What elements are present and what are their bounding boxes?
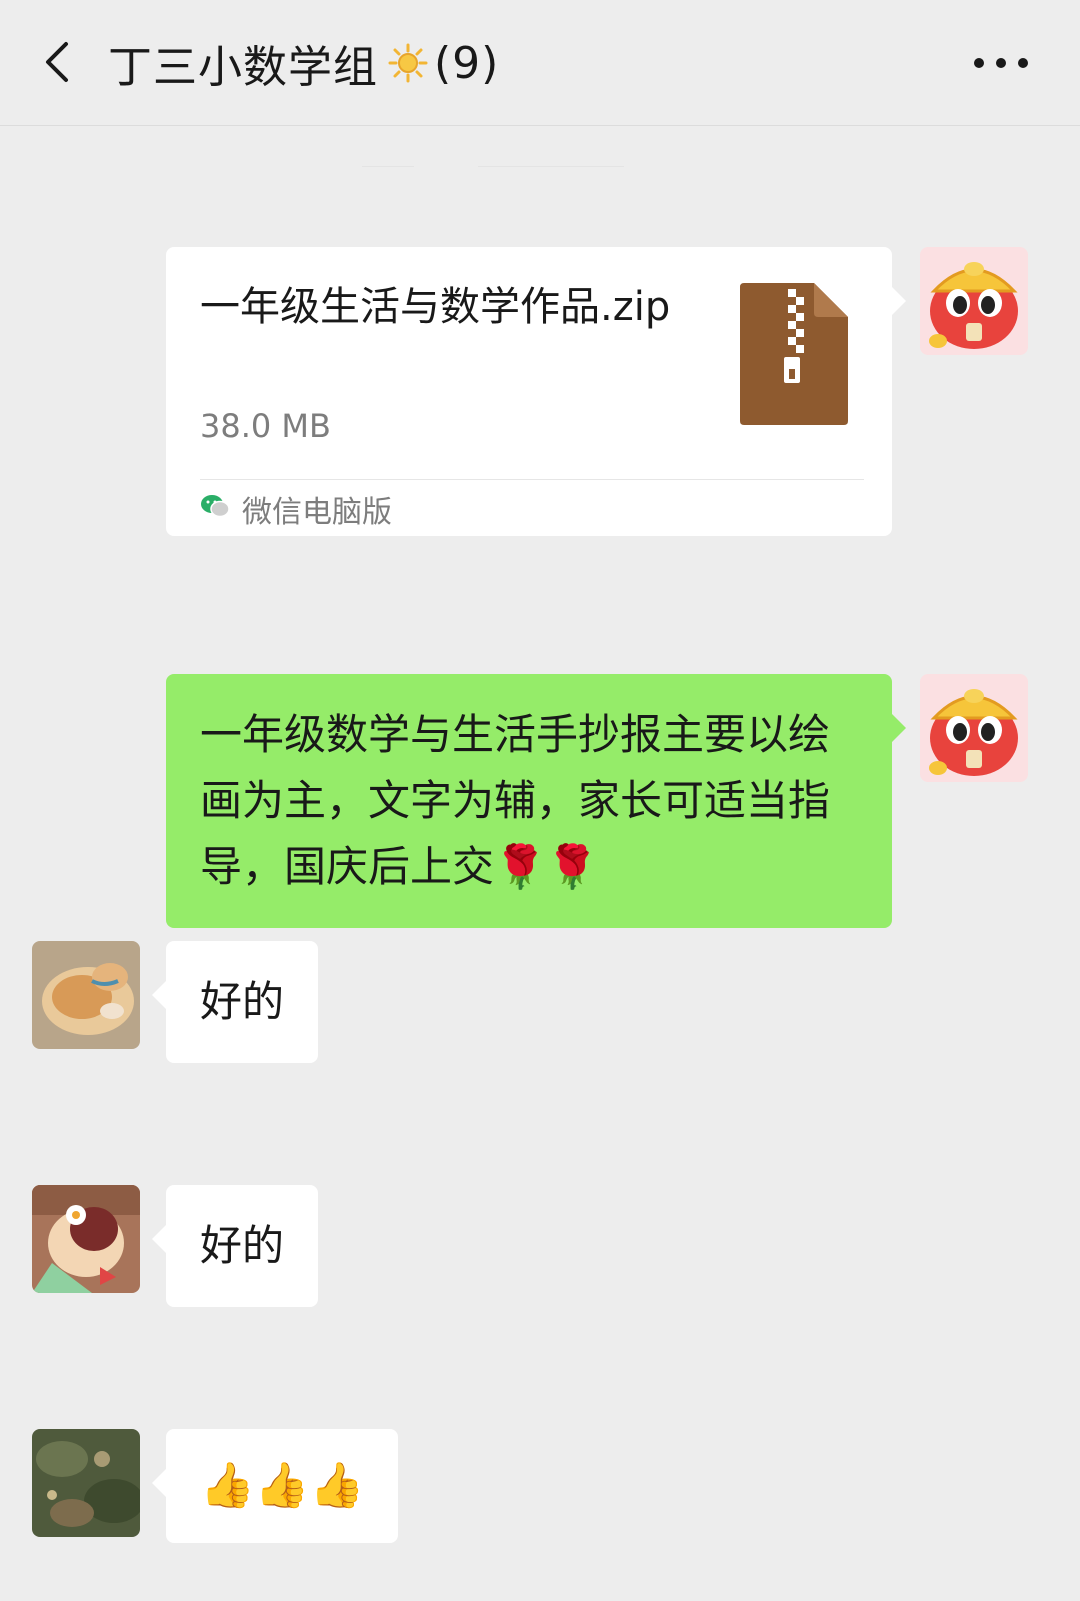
- wechat-icon: [201, 495, 230, 518]
- member-avatar[interactable]: [32, 1185, 140, 1293]
- file-message[interactable]: 一年级生活与数学作品.zip 38.0 MB 微信电脑版: [166, 247, 906, 536]
- chat-header: 丁三小数学组 (9): [0, 0, 1080, 126]
- cartoon-duck-avatar-icon: [920, 247, 1028, 355]
- member-avatar[interactable]: [32, 1429, 140, 1537]
- source-label: 微信电脑版: [242, 495, 392, 530]
- file-name: 一年级生活与数学作品.zip: [200, 284, 671, 330]
- more-options-icon[interactable]: [974, 58, 1028, 70]
- chat-title: 丁三小数学组: [108, 42, 378, 93]
- divider: [478, 166, 624, 167]
- message-text: 一年级数学与生活手抄报主要以绘画为主，文字为辅，家长可适当指导，国庆后上交🌹🌹: [200, 710, 831, 891]
- sun-icon: [388, 43, 428, 83]
- my-avatar[interactable]: [920, 674, 1028, 782]
- divider: [362, 166, 414, 167]
- file-size: 38.0 MB: [200, 407, 331, 445]
- message-text: 👍👍👍: [200, 1460, 365, 1511]
- cartoon-duck-avatar-icon: [920, 674, 1028, 782]
- text-message[interactable]: 一年级数学与生活手抄报主要以绘画为主，文字为辅，家长可适当指导，国庆后上交🌹🌹: [166, 674, 906, 928]
- cartoon-character-avatar-icon: [32, 1185, 140, 1293]
- file-divider: [200, 479, 864, 480]
- nature-avatar-icon: [32, 1429, 140, 1537]
- member-count: (9): [434, 37, 500, 89]
- message-text: 好的: [200, 977, 285, 1026]
- cat-avatar-icon: [32, 941, 140, 1049]
- back-arrow-icon[interactable]: [36, 38, 84, 86]
- message-text: 好的: [200, 1221, 285, 1270]
- text-message[interactable]: 好的: [151, 941, 319, 1063]
- member-avatar[interactable]: [32, 941, 140, 1049]
- text-message[interactable]: 👍👍👍: [151, 1429, 399, 1543]
- zip-file-icon: [740, 283, 848, 425]
- text-message[interactable]: 好的: [151, 1185, 319, 1307]
- my-avatar[interactable]: [920, 247, 1028, 355]
- chat-title-group: 丁三小数学组 (9): [108, 30, 499, 96]
